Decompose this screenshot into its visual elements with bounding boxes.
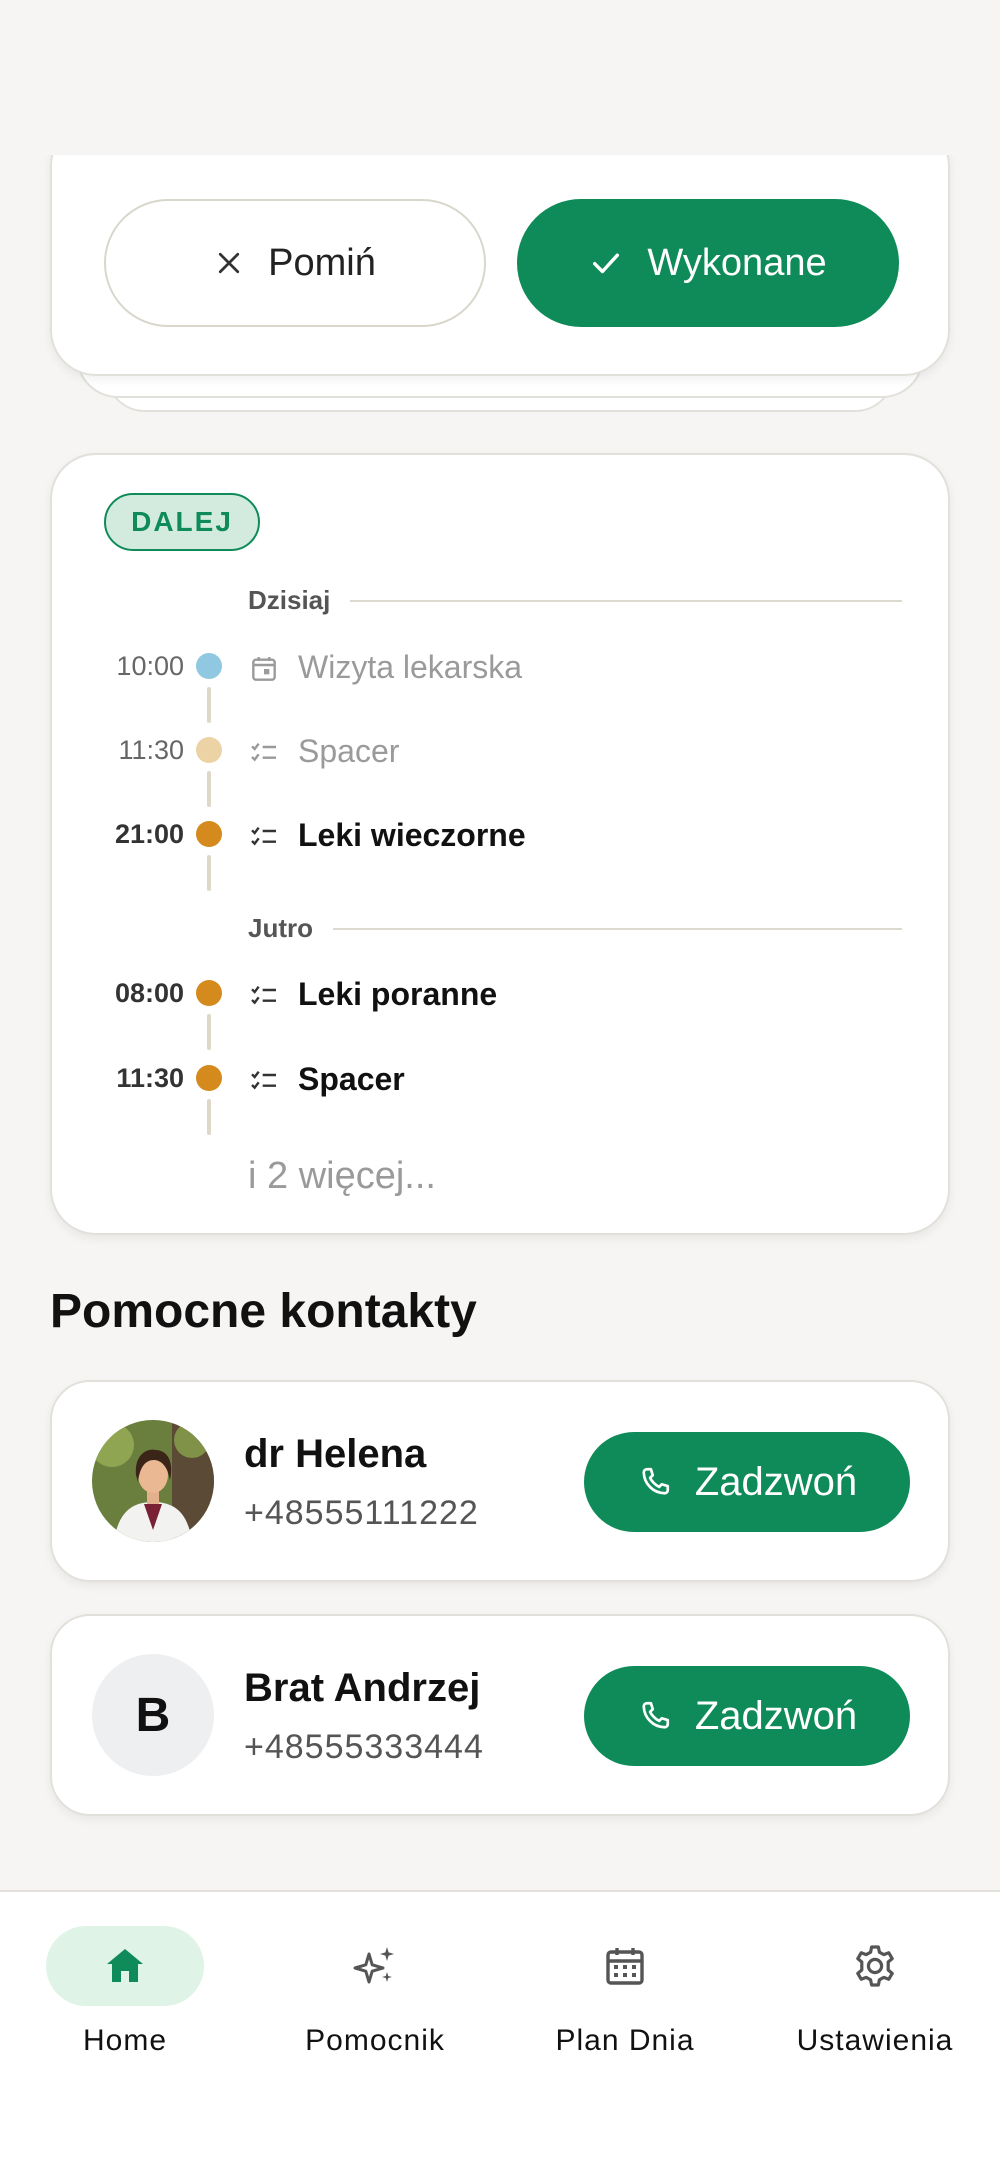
calendar-icon <box>606 1948 644 1985</box>
nav-label: Plan Dnia <box>555 2024 695 2057</box>
day-header-today: Dzisiaj <box>248 585 902 616</box>
item-time: 08:00 <box>114 978 184 1008</box>
status-dot <box>196 980 222 1006</box>
nav-label: Ustawienia <box>796 2024 954 2057</box>
item-time: 21:00 <box>114 819 184 849</box>
sparkles-icon <box>353 1947 394 1984</box>
bottom-navigation: Home Pomocnik Plan Dnia Ustawienia <box>0 1890 1000 2174</box>
home-icon <box>107 1949 143 1982</box>
status-dot <box>196 737 222 763</box>
call-button[interactable]: Zadzwoń <box>584 1666 910 1766</box>
nav-item-home[interactable]: Home <box>0 1926 250 2066</box>
call-button[interactable]: Zadzwoń <box>584 1432 910 1532</box>
nav-item-assistant[interactable]: Pomocnik <box>250 1926 500 2066</box>
call-label: Zadzwoń <box>694 1459 858 1504</box>
checklist-icon <box>251 1070 276 1090</box>
nav-label: Pomocnik <box>305 2024 445 2057</box>
schedule-item[interactable]: 11:30 Spacer <box>52 1055 952 1135</box>
nav-item-settings[interactable]: Ustawienia <box>750 1926 1000 2066</box>
done-button[interactable]: Wykonane <box>517 199 899 327</box>
timeline-connector <box>207 855 211 891</box>
status-dot <box>196 653 222 679</box>
item-title: Wizyta lekarska <box>298 649 523 685</box>
call-label: Zadzwoń <box>694 1693 858 1738</box>
next-badge: DALEJ <box>104 493 260 551</box>
contact-phone: +48555111222 <box>244 1494 479 1532</box>
item-title: Leki wieczorne <box>298 817 526 853</box>
gear-icon <box>856 1945 894 1987</box>
close-icon <box>219 252 240 274</box>
item-time: 10:00 <box>116 651 184 681</box>
day-header-tomorrow: Jutro <box>248 913 902 944</box>
timeline-connector <box>207 687 211 723</box>
checklist-icon <box>251 742 276 762</box>
nav-item-day-plan[interactable]: Plan Dnia <box>500 1926 750 2066</box>
item-time: 11:30 <box>118 735 184 765</box>
status-dot <box>196 821 222 847</box>
calendar-icon <box>252 657 276 681</box>
item-time: 11:30 <box>116 1063 184 1093</box>
schedule-item[interactable]: 11:30 Spacer <box>52 727 952 807</box>
nav-label: Home <box>82 2024 168 2057</box>
schedule-item[interactable]: 21:00 Leki wieczorne <box>52 811 952 891</box>
item-title: Leki poranne <box>298 976 498 1012</box>
checklist-icon <box>251 985 276 1005</box>
status-dot <box>196 1065 222 1091</box>
timeline-connector <box>207 1014 211 1050</box>
contacts-section-title: Pomocne kontakty <box>50 1285 477 1338</box>
timeline-connector <box>207 771 211 807</box>
contact-phone: +48555333444 <box>244 1728 484 1766</box>
contact-name: dr Helena <box>244 1432 427 1476</box>
more-items-link[interactable]: i 2 więcej... <box>248 1155 436 1198</box>
day-label: Dzisiaj <box>248 585 331 615</box>
avatar <box>92 1420 214 1542</box>
avatar: B <box>92 1654 214 1776</box>
contact-name: Brat Andrzej <box>244 1666 481 1710</box>
skip-button[interactable]: Pomiń <box>104 199 486 327</box>
contact-card: dr Helena +48555111222 Zadzwoń <box>50 1380 950 1582</box>
item-title: Spacer <box>298 1061 405 1097</box>
schedule-item[interactable]: 08:00 Leki poranne <box>52 970 952 1050</box>
checklist-icon <box>251 826 276 846</box>
item-title: Spacer <box>298 733 400 769</box>
skip-label: Pomiń <box>268 241 376 284</box>
done-label: Wykonane <box>647 241 827 284</box>
day-label: Jutro <box>248 913 313 943</box>
status-bar-area <box>0 0 1000 155</box>
timeline-connector <box>207 1099 211 1135</box>
upcoming-schedule-card: DALEJ Dzisiaj 10:00 Wizyta lekarska 11:3… <box>50 453 950 1235</box>
check-icon <box>593 253 620 274</box>
contact-card: B Brat Andrzej +48555333444 Zadzwoń <box>50 1614 950 1816</box>
task-card: Pomiń Wykonane <box>50 120 950 376</box>
phone-icon <box>642 1701 669 1729</box>
phone-icon <box>642 1467 669 1495</box>
schedule-item[interactable]: 10:00 Wizyta lekarska <box>52 643 952 723</box>
